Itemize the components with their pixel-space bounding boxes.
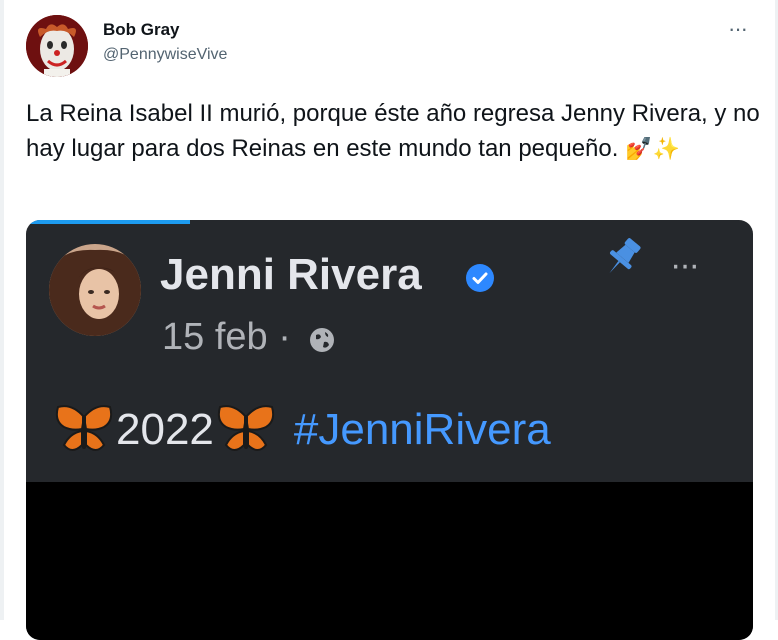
author-avatar[interactable] — [26, 15, 88, 77]
media-preview[interactable]: Jenni Rivera 15 feb · ··· 2022 #JenniRiv… — [26, 220, 753, 640]
butterfly-icon — [55, 405, 113, 451]
pin-icon — [609, 238, 641, 274]
embedded-author-name: Jenni Rivera — [160, 250, 422, 299]
author-handle[interactable]: @PennywiseVive — [103, 46, 227, 64]
globe-icon — [310, 328, 334, 352]
verified-badge-icon — [466, 264, 494, 292]
tweet-text: La Reina Isabel II murió, porque éste añ… — [26, 96, 761, 166]
author-name[interactable]: Bob Gray — [103, 20, 180, 40]
embedded-post-hashtag[interactable]: #JenniRivera — [294, 405, 551, 455]
embedded-post-date: 15 feb · — [162, 316, 291, 358]
embedded-post-year: 2022 — [116, 405, 214, 454]
embedded-author-avatar — [49, 244, 141, 336]
left-frame-border — [0, 0, 4, 620]
embedded-post-text: 2022 #JenniRivera — [54, 400, 551, 460]
tweet-emojis: 💅✨ — [625, 136, 680, 161]
media-progress-bar — [26, 220, 190, 224]
more-options-icon[interactable]: ··· — [728, 16, 748, 42]
media-dark-area — [26, 482, 753, 640]
embedded-more-icon: ··· — [670, 246, 700, 284]
butterfly-icon — [217, 405, 275, 451]
